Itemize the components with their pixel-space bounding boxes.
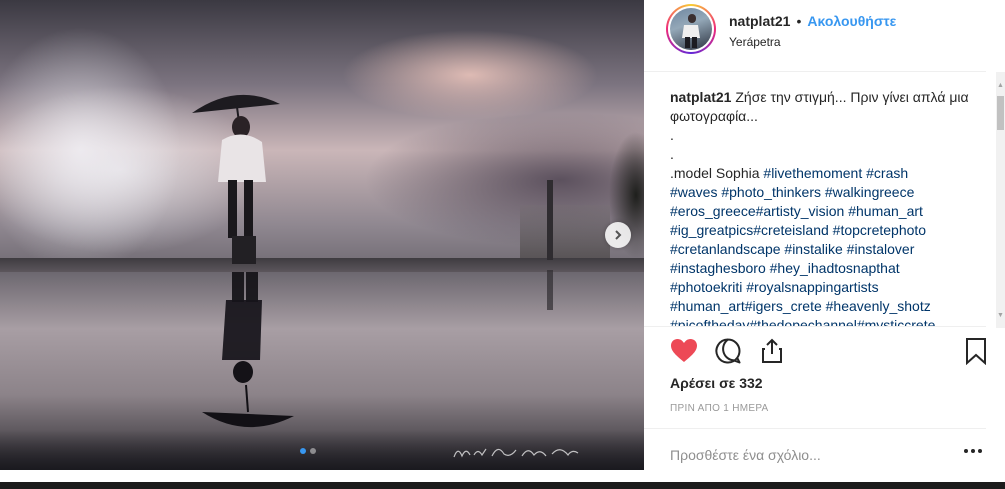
caption-scroll-area[interactable]: natplat21 Ζήσε την στιγμή... Πριν γίνει …	[670, 88, 980, 326]
avatar-image	[682, 14, 700, 48]
post-sidebar: natplat21 • Ακολουθήστε Yerápetra natpla…	[644, 0, 1005, 489]
hashtag-line[interactable]: #livethemoment #crash	[763, 165, 908, 181]
post-photo[interactable]	[0, 0, 644, 470]
separator-bullet: •	[796, 13, 802, 29]
hashtag-line[interactable]: #picoftheday#thedopechannel#mysticcrete	[670, 316, 980, 326]
carousel-indicator	[300, 448, 316, 454]
hashtag-line[interactable]: #waves #photo_thinkers #walkingreece	[670, 183, 980, 202]
comment-form	[644, 428, 986, 482]
hashtag-line[interactable]: #photoekriti #royalsnappingartists	[670, 278, 980, 297]
hashtag-line[interactable]: #instaghesboro #hey_ihadtosnapthat	[670, 259, 980, 278]
avatar-story-ring[interactable]	[666, 4, 716, 54]
post-timestamp[interactable]: ΠΡΙΝ ΑΠΟ 1 ΗΜΕΡΑ	[670, 403, 769, 414]
signature-watermark	[453, 448, 579, 458]
caption-username[interactable]: natplat21	[670, 89, 731, 105]
comment-input[interactable]	[670, 443, 930, 467]
caption-line: .model Sophia	[670, 165, 760, 181]
scroll-down-arrow-icon[interactable]: ▼	[997, 312, 1004, 320]
hashtag-line[interactable]: #cretanlandscape #instalike #instalover	[670, 240, 980, 259]
next-photo-button[interactable]	[605, 222, 631, 248]
chevron-right-icon	[615, 230, 622, 240]
caption: natplat21 Ζήσε την στιγμή... Πριν γίνει …	[670, 88, 980, 326]
avatar[interactable]	[670, 8, 712, 50]
likes-count[interactable]: Αρέσει σε 332	[670, 375, 763, 391]
scroll-up-arrow-icon[interactable]: ▲	[997, 82, 1004, 90]
caption-line: .	[670, 127, 674, 143]
more-options-icon[interactable]	[964, 449, 982, 453]
comment-icon[interactable]	[714, 337, 742, 365]
location-link[interactable]: Yerápetra	[729, 35, 781, 49]
window-bottom-bar	[0, 482, 1005, 489]
hashtag-line[interactable]: #human_art#igers_crete #heavenly_shotz	[670, 297, 980, 316]
post-header: natplat21 • Ακολουθήστε Yerápetra	[644, 0, 986, 72]
heart-icon[interactable]	[670, 337, 698, 365]
carousel-dot	[310, 448, 316, 454]
caption-scrollbar[interactable]: ▲ ▼	[996, 72, 1005, 328]
caption-line: .	[670, 146, 674, 162]
bookmark-icon[interactable]	[962, 337, 990, 365]
umbrella-figure-silhouette	[192, 94, 553, 428]
carousel-dot-active	[300, 448, 306, 454]
follow-button[interactable]: Ακολουθήστε	[807, 13, 896, 29]
hashtag-line[interactable]: #ig_greatpics#creteisland #topcretephoto	[670, 221, 980, 240]
hashtag-line[interactable]: #eros_greece#artisty_vision #human_art	[670, 202, 980, 221]
username-row: natplat21 • Ακολουθήστε	[729, 13, 896, 29]
share-icon[interactable]	[758, 337, 786, 365]
username-link[interactable]: natplat21	[729, 13, 790, 29]
photo-signature	[452, 444, 582, 463]
scrollbar-thumb[interactable]	[997, 96, 1004, 130]
action-bar	[644, 326, 986, 376]
